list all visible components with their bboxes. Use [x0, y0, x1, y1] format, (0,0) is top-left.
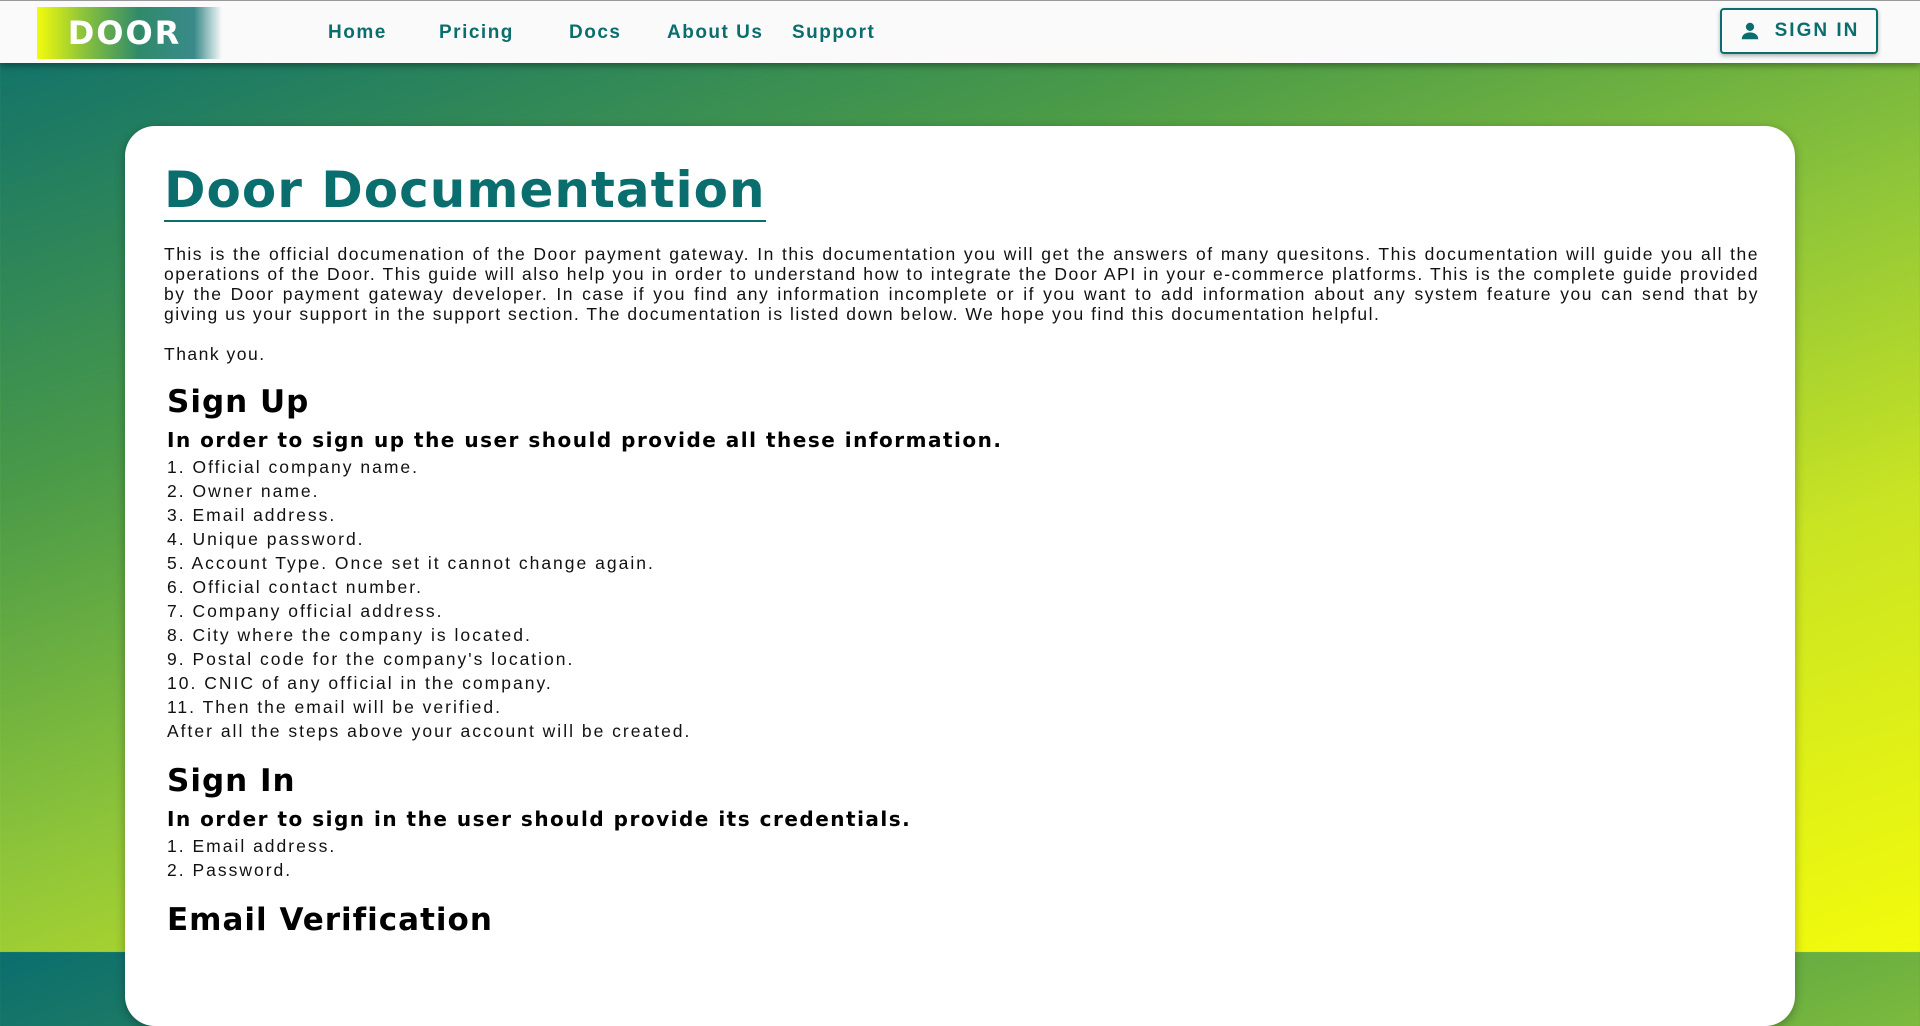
list-item: 3. Email address.	[167, 505, 337, 525]
list-item: 8. City where the company is located.	[167, 625, 532, 645]
nav-link-pricing[interactable]: Pricing	[439, 22, 514, 44]
list-item: 11. Then the email will be verified.	[167, 697, 502, 717]
nav-link-home[interactable]: Home	[328, 22, 387, 44]
sign-in-label: SIGN IN	[1774, 20, 1860, 41]
signin-heading: Sign In	[167, 763, 296, 799]
list-item: 6. Official contact number.	[167, 577, 424, 597]
signin-section: Sign In In order to sign in the user sho…	[167, 761, 1759, 882]
list-item: 2. Password.	[167, 860, 293, 880]
list-item: 4. Unique password.	[167, 529, 365, 549]
signup-section: Sign Up In order to sign up the user sho…	[167, 382, 1759, 743]
documentation-content: Door Documentation This is the official …	[164, 160, 1759, 940]
signup-heading: Sign Up	[167, 384, 310, 420]
sign-in-button[interactable]: SIGN IN	[1720, 8, 1878, 54]
signup-list: 1. Official company name. 2. Owner name.…	[167, 455, 1759, 719]
list-item: 2. Owner name.	[167, 481, 320, 501]
nav-link-docs[interactable]: Docs	[569, 22, 621, 44]
intro-paragraph: This is the official documenation of the…	[164, 244, 1759, 324]
list-item: 9. Postal code for the company's locatio…	[167, 649, 575, 669]
nav-link-support[interactable]: Support	[792, 22, 875, 44]
email-verification-heading: Email Verification	[167, 902, 493, 938]
nav-link-about-us[interactable]: About Us	[667, 22, 763, 44]
list-item: 1. Email address.	[167, 836, 337, 856]
signup-subheading: In order to sign up the user should prov…	[167, 428, 1003, 452]
signin-subheading: In order to sign in the user should prov…	[167, 807, 912, 831]
door-logo[interactable]: DOOR	[37, 7, 222, 59]
thank-you-text: Thank you.	[164, 344, 266, 364]
page-title: Door Documentation	[164, 160, 766, 222]
list-item: 5. Account Type. Once set it cannot chan…	[167, 553, 655, 573]
list-item: 1. Official company name.	[167, 457, 419, 477]
list-item: 10. CNIC of any official in the company.	[167, 673, 553, 693]
signin-list: 1. Email address. 2. Password.	[167, 834, 1759, 882]
signup-after-text: After all the steps above your account w…	[167, 721, 692, 741]
email-verification-section: Email Verification	[167, 900, 1759, 940]
person-icon	[1741, 22, 1758, 40]
list-item: 7. Company official address.	[167, 601, 444, 621]
top-navbar: DOOR Home Pricing Docs About Us Support …	[0, 0, 1920, 63]
logo-text: DOOR	[67, 14, 182, 52]
